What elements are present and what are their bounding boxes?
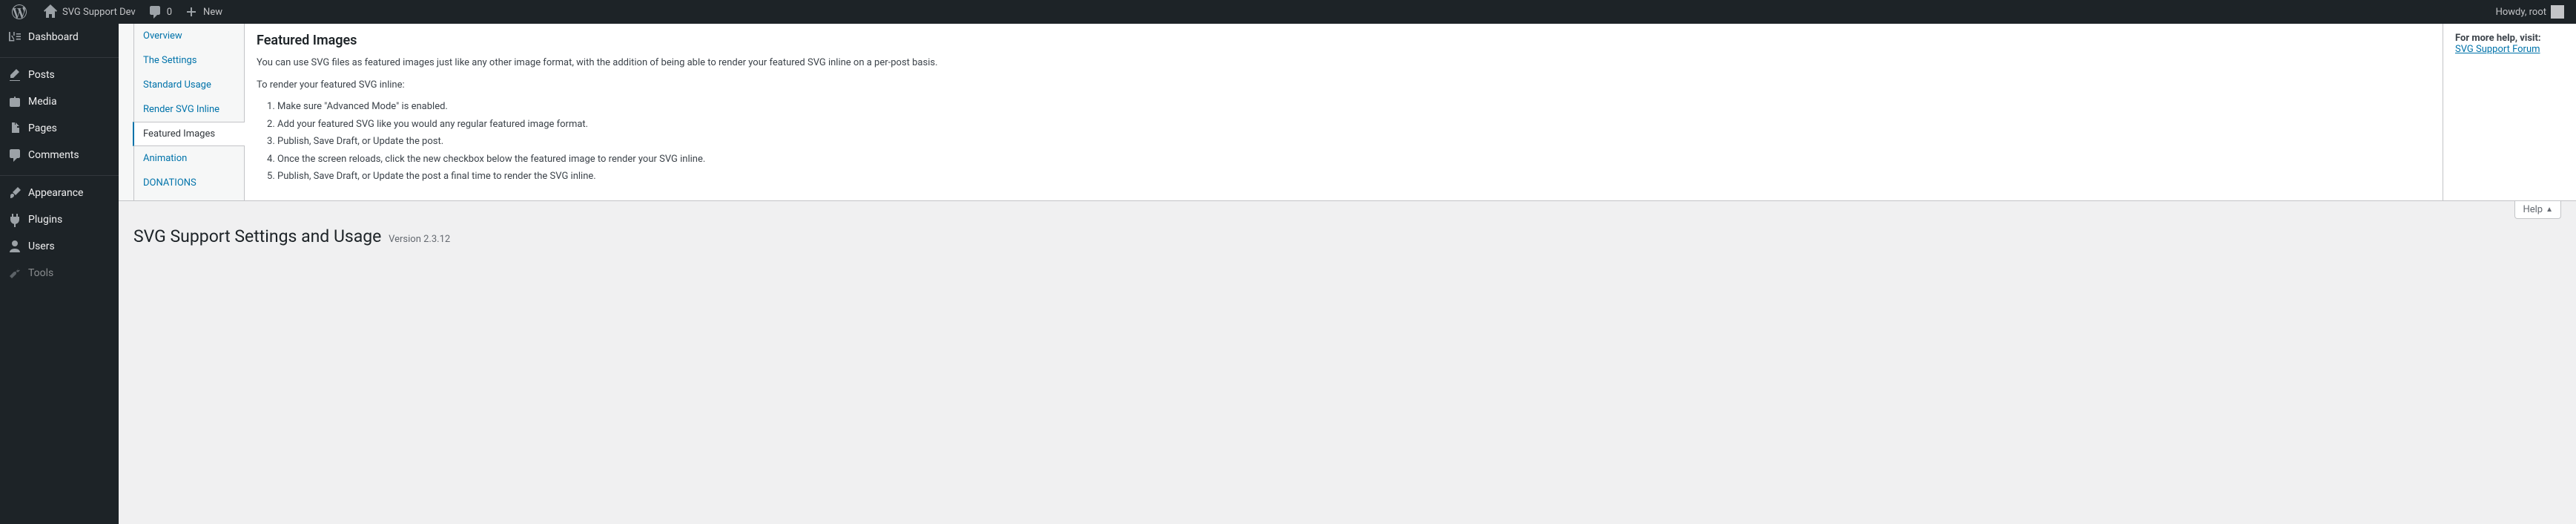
- comments-link[interactable]: 0: [142, 0, 178, 24]
- sidebar-item-label: Users: [28, 240, 55, 252]
- wordpress-icon: [12, 4, 27, 19]
- sidebar-item-appearance[interactable]: Appearance: [0, 180, 119, 206]
- help-step: Publish, Save Draft, or Update the post …: [277, 169, 2431, 184]
- help-side-title: For more help, visit:: [2455, 33, 2541, 44]
- sidebar-item-label: Comments: [28, 149, 79, 161]
- new-label: New: [203, 7, 222, 18]
- sidebar-item-label: Appearance: [28, 187, 83, 199]
- sidebar-item-comments[interactable]: Comments: [0, 142, 119, 168]
- help-sidebar: For more help, visit: SVG Support Forum: [2443, 24, 2576, 200]
- pages-icon: [7, 121, 22, 136]
- sidebar-item-tools[interactable]: Tools: [0, 260, 119, 286]
- help-toggle-row: Help ▲: [119, 201, 2576, 219]
- sidebar-item-label: Plugins: [28, 214, 62, 226]
- sidebar-item-pages[interactable]: Pages: [0, 115, 119, 142]
- site-name: SVG Support Dev: [62, 7, 136, 18]
- admin-bar: SVG Support Dev 0 New Howdy, root: [0, 0, 2576, 24]
- media-icon: [7, 94, 22, 109]
- help-tab-render-inline[interactable]: Render SVG Inline: [134, 97, 245, 122]
- help-step: Add your featured SVG like you would any…: [277, 117, 2431, 132]
- help-title: Featured Images: [257, 33, 2431, 48]
- sidebar-item-plugins[interactable]: Plugins: [0, 206, 119, 233]
- sidebar-item-label: Pages: [28, 122, 57, 134]
- page-version: Version 2.3.12: [389, 234, 450, 245]
- home-icon: [43, 4, 58, 19]
- help-step: Make sure "Advanced Mode" is enabled.: [277, 99, 2431, 114]
- help-intro: You can use SVG files as featured images…: [257, 56, 2431, 71]
- help-tab-overview[interactable]: Overview: [134, 24, 245, 48]
- sidebar-item-label: Tools: [28, 267, 53, 279]
- tools-icon: [7, 266, 22, 281]
- help-side-link[interactable]: SVG Support Forum: [2455, 44, 2540, 55]
- help-tab-donations[interactable]: DONATIONS: [134, 171, 245, 195]
- comments-count: 0: [167, 7, 172, 18]
- chevron-up-icon: ▲: [2546, 206, 2553, 214]
- comments-icon: [148, 4, 162, 19]
- main-content: Overview The Settings Standard Usage Ren…: [119, 24, 2576, 254]
- admin-sidebar: Dashboard Posts Media Pages Comments App…: [0, 24, 119, 524]
- new-content-link[interactable]: New: [178, 0, 228, 24]
- sidebar-item-dashboard[interactable]: Dashboard: [0, 24, 119, 50]
- page-title: SVG Support Settings and Usage Version 2…: [119, 219, 2576, 254]
- help-panel: Overview The Settings Standard Usage Ren…: [119, 24, 2576, 201]
- help-toggle-button[interactable]: Help ▲: [2514, 201, 2561, 219]
- avatar: [2551, 5, 2564, 19]
- help-subintro: To render your featured SVG inline:: [257, 78, 2431, 93]
- sidebar-item-label: Media: [28, 96, 57, 108]
- site-name-link[interactable]: SVG Support Dev: [37, 0, 142, 24]
- help-tabs: Overview The Settings Standard Usage Ren…: [133, 24, 245, 200]
- sidebar-item-users[interactable]: Users: [0, 233, 119, 260]
- help-step: Publish, Save Draft, or Update the post.: [277, 134, 2431, 149]
- help-content: Featured Images You can use SVG files as…: [244, 24, 2443, 200]
- plus-icon: [184, 4, 199, 19]
- user-icon: [7, 239, 22, 254]
- plugin-icon: [7, 212, 22, 227]
- sidebar-item-label: Dashboard: [28, 31, 79, 43]
- brush-icon: [7, 186, 22, 200]
- pin-icon: [7, 68, 22, 82]
- help-toggle-label: Help: [2523, 204, 2543, 215]
- comments-icon: [7, 148, 22, 163]
- sidebar-item-label: Posts: [28, 69, 55, 81]
- sidebar-item-media[interactable]: Media: [0, 88, 119, 115]
- help-step: Once the screen reloads, click the new c…: [277, 152, 2431, 167]
- wp-logo[interactable]: [6, 0, 37, 24]
- dashboard-icon: [7, 30, 22, 45]
- account-link[interactable]: Howdy, root: [2490, 0, 2570, 24]
- howdy-text: Howdy, root: [2496, 7, 2546, 18]
- help-tab-featured-images[interactable]: Featured Images: [133, 122, 245, 146]
- page-title-text: SVG Support Settings and Usage: [133, 226, 381, 246]
- help-tab-standard-usage[interactable]: Standard Usage: [134, 73, 245, 97]
- sidebar-item-posts[interactable]: Posts: [0, 62, 119, 88]
- help-tab-settings[interactable]: The Settings: [134, 48, 245, 73]
- help-tab-animation[interactable]: Animation: [134, 146, 245, 171]
- help-steps: Make sure "Advanced Mode" is enabled. Ad…: [257, 99, 2431, 184]
